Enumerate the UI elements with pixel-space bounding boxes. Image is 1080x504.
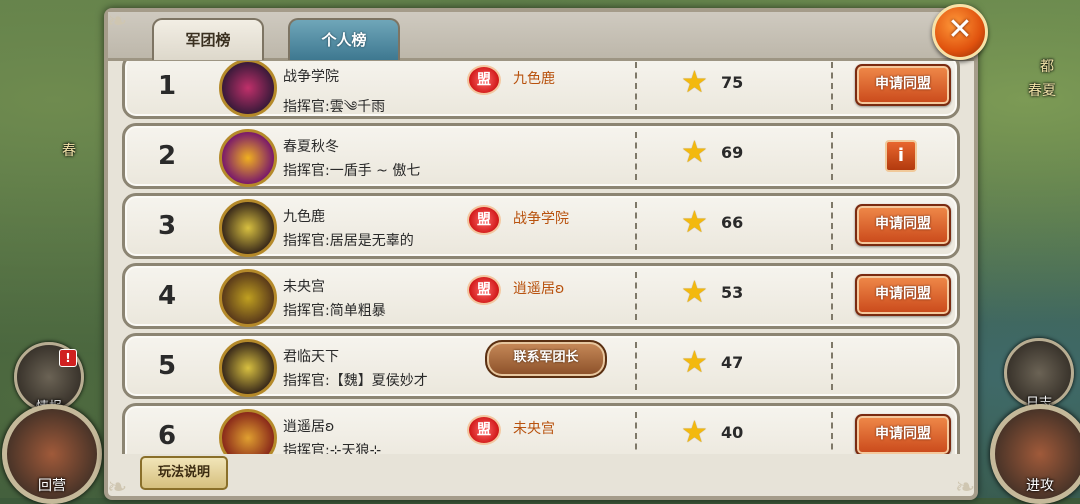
column-divider [831,412,833,454]
close-button[interactable]: ✕ [932,4,988,60]
rank-number: 2 [157,141,177,171]
rank-number: 5 [157,351,177,381]
camp-button[interactable]: 回营 [2,404,102,504]
star-icon: ★ [681,275,708,310]
alliance-badge-icon: 盟 [467,275,501,305]
guild-score: 40 [721,423,744,442]
allied-guild-name: 逍遥居ʚ [513,281,565,297]
allied-guild-name: 九色鹿 [513,71,555,87]
commander-name: 指挥官:一盾手 ~ 傲七 [283,163,421,179]
guild-score: 66 [721,213,744,232]
alliance-badge-icon: 盟 [467,205,501,235]
guild-name: 战争学院 [283,69,339,85]
commander-name: 指挥官:【魏】夏侯妙才 [283,373,428,389]
star-icon: ★ [681,205,708,240]
attack-label: 进攻 [1026,478,1054,494]
column-divider [831,132,833,180]
ranking-list[interactable]: 1 战争学院 指挥官:雲༄千雨 盟 九色鹿 ★ 75 申请同盟 2 春夏秋冬 指… [122,61,960,454]
tab-legion-ranking[interactable]: 军团榜 [152,18,264,60]
guild-name: 君临天下 [283,349,339,365]
tab-bar: 军团榜 个人榜 [108,12,974,61]
guild-name: 春夏秋冬 [283,139,339,155]
commander-name: 指挥官:居居是无辜的 [283,233,414,249]
intel-button[interactable]: ! 情报 [14,342,84,415]
rules-button[interactable]: 玩法说明 [140,456,228,490]
corner-ornament: ❧ [106,473,128,501]
rank-number: 6 [157,421,177,451]
rank-number: 1 [157,71,177,101]
map-label-guild-left: 春 [62,143,76,159]
ranking-row: 2 春夏秋冬 指挥官:一盾手 ~ 傲七 ★ 69 i [122,123,960,189]
info-button[interactable]: i [885,140,917,172]
column-divider [831,202,833,250]
corner-ornament: ❧ [106,7,128,35]
column-divider [635,412,637,454]
daily-button[interactable]: 日志 [1004,338,1074,411]
commander-name: 指挥官:⊹天狼⊹ [283,443,382,454]
column-divider [635,202,637,250]
ranking-row: 4 未央宫 指挥官:简单粗暴 盟 逍遥居ʚ ★ 53 申请同盟 [122,263,960,329]
guild-emblem-icon [219,61,277,117]
guild-score: 69 [721,143,744,162]
tab-personal-ranking[interactable]: 个人榜 [288,18,400,60]
star-icon: ★ [681,65,708,100]
commander-name: 指挥官:简单粗暴 [283,303,386,319]
ranking-row: 5 君临天下 指挥官:【魏】夏侯妙才 联系军团长 ★ 47 [122,333,960,399]
star-icon: ★ [681,345,708,380]
rank-number: 3 [157,211,177,241]
allied-guild-name: 未央宫 [513,421,555,437]
guild-emblem-icon [219,199,277,257]
guild-emblem-icon [219,129,277,187]
ranking-panel: 军团榜 个人榜 ❧ ❧ ❧ ✕ 1 战争学院 指挥官:雲༄千雨 盟 九色鹿 ★ … [104,4,988,501]
guild-name: 未央宫 [283,279,325,295]
guild-score: 47 [721,353,744,372]
column-divider [635,62,637,110]
apply-alliance-button[interactable]: 申请同盟 [855,274,951,316]
intel-alert-badge: ! [59,349,77,367]
rank-number: 4 [157,281,177,311]
column-divider [831,272,833,320]
apply-alliance-button[interactable]: 申请同盟 [855,414,951,454]
contact-leader-button[interactable]: 联系军团长 [485,340,607,378]
column-divider [831,62,833,110]
ranking-row: 3 九色鹿 指挥官:居居是无辜的 盟 战争学院 ★ 66 申请同盟 [122,193,960,259]
alliance-badge-icon: 盟 [467,65,501,95]
ranking-row: 1 战争学院 指挥官:雲༄千雨 盟 九色鹿 ★ 75 申请同盟 [122,61,960,119]
star-icon: ★ [681,415,708,450]
map-label-city: 都 [1040,59,1054,75]
guild-emblem-icon [219,269,277,327]
apply-alliance-button[interactable]: 申请同盟 [855,64,951,106]
guild-emblem-icon [219,409,277,454]
guild-score: 53 [721,283,744,302]
map-label-guild: 春夏 [1028,83,1056,99]
guild-score: 75 [721,73,744,92]
column-divider [831,342,833,390]
alliance-badge-icon: 盟 [467,415,501,445]
column-divider [635,272,637,320]
guild-name: 九色鹿 [283,209,325,225]
guild-name: 逍遥居ʚ [283,419,335,435]
column-divider [635,342,637,390]
attack-button[interactable]: 进攻 [990,404,1080,504]
star-icon: ★ [681,135,708,170]
allied-guild-name: 战争学院 [513,211,569,227]
ranking-row: 6 逍遥居ʚ 指挥官:⊹天狼⊹ 盟 未央宫 ★ 40 申请同盟 [122,403,960,454]
guild-emblem-icon [219,339,277,397]
corner-ornament: ❧ [954,473,976,501]
apply-alliance-button[interactable]: 申请同盟 [855,204,951,246]
column-divider [635,132,637,180]
camp-label: 回营 [38,478,66,494]
